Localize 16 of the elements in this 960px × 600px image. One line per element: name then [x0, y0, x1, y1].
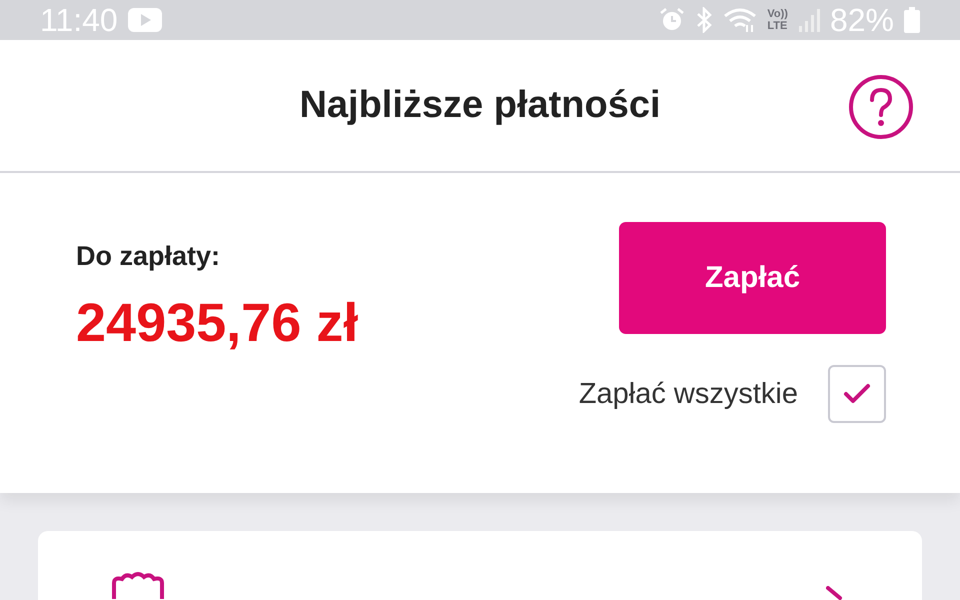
bluetooth-icon	[695, 7, 714, 33]
amount-label: Do zapłaty:	[76, 241, 222, 272]
pay-all-label: Zapłać wszystkie	[578, 378, 798, 410]
wifi-icon	[723, 7, 758, 33]
badge-icon	[110, 569, 166, 599]
check-icon	[843, 382, 871, 406]
page-title: Najbliższe płatności	[299, 84, 661, 127]
video-play-icon	[128, 8, 162, 32]
alarm-clock-icon	[659, 7, 686, 33]
volte-indicator: Vo)) LTE	[767, 8, 788, 32]
help-icon[interactable]	[848, 74, 914, 140]
pay-all-checkbox[interactable]	[828, 365, 886, 423]
signal-icon	[798, 8, 820, 32]
amount-due: 24935,76 zł	[76, 292, 358, 354]
battery-icon	[904, 7, 920, 33]
pay-button[interactable]: Zapłać	[619, 222, 886, 334]
